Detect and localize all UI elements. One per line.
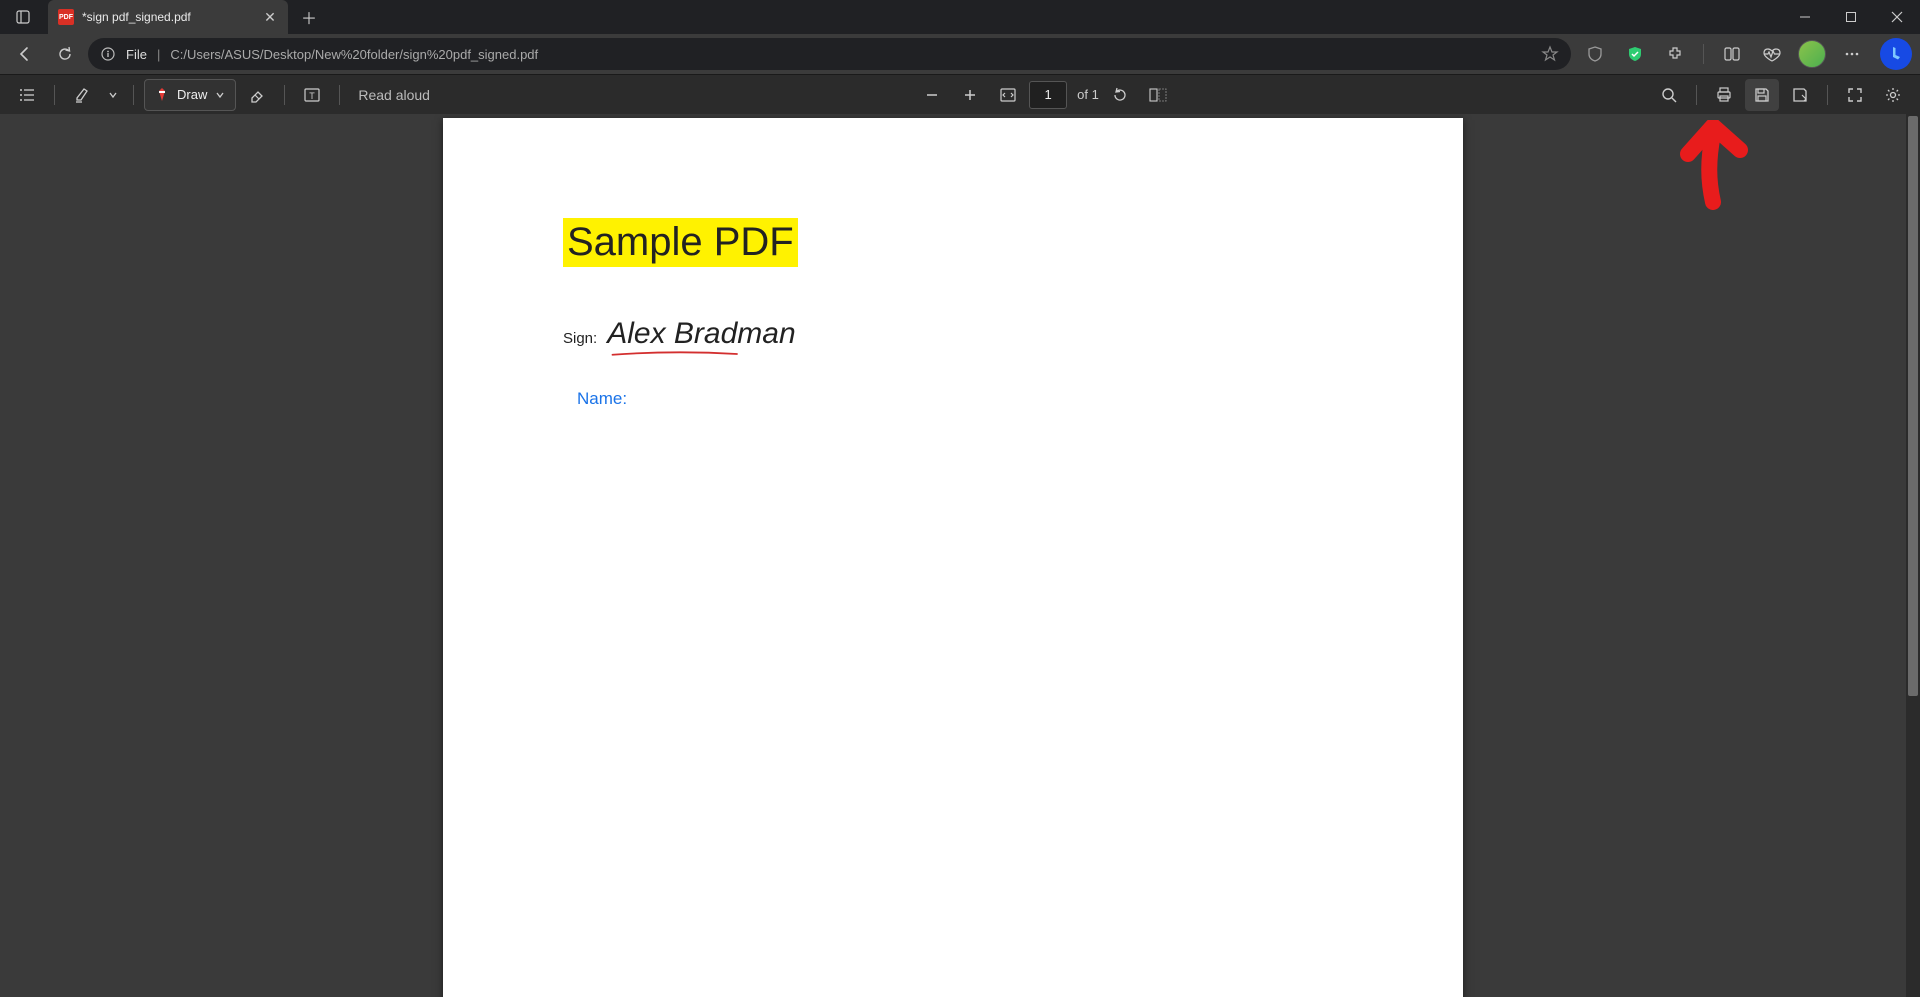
address-separator: | [157,47,160,62]
profile-avatar-icon [1798,40,1826,68]
tab-actions-button[interactable] [6,0,40,34]
separator [1696,85,1697,105]
more-menu-button[interactable] [1834,36,1870,72]
find-button[interactable] [1652,79,1686,111]
signature-text: Alex Bradman [607,317,795,355]
profile-button[interactable] [1794,36,1830,72]
pdf-viewer[interactable]: Sample PDF Sign: Alex Bradman Name: [0,114,1906,997]
bing-sidebar-button[interactable] [1880,38,1912,70]
minimize-window-button[interactable] [1782,0,1828,34]
print-button[interactable] [1707,79,1741,111]
signature-underline-icon [611,351,739,357]
save-button[interactable] [1745,79,1779,111]
sign-label: Sign: [563,330,597,347]
rotate-button[interactable] [1103,79,1137,111]
address-bar[interactable]: File | C:/Users/ASUS/Desktop/New%20folde… [88,38,1571,70]
separator [133,85,134,105]
browser-navbar: File | C:/Users/ASUS/Desktop/New%20folde… [0,34,1920,74]
pdf-file-icon: PDF [58,9,74,25]
settings-button[interactable] [1876,79,1910,111]
draw-label: Draw [177,87,207,102]
pdf-page: Sample PDF Sign: Alex Bradman Name: [443,118,1463,997]
favorites-icon[interactable] [1754,36,1790,72]
separator [1827,85,1828,105]
split-screen-icon[interactable] [1714,36,1750,72]
separator [54,85,55,105]
maximize-window-button[interactable] [1828,0,1874,34]
tracking-shield-icon[interactable] [1577,36,1613,72]
close-tab-button[interactable]: ✕ [262,9,278,25]
erase-button[interactable] [240,79,274,111]
highlight-dropdown-button[interactable] [103,79,123,111]
favorite-star-icon[interactable] [1541,45,1559,63]
new-tab-button[interactable]: ＋ [294,2,324,32]
address-path: C:/Users/ASUS/Desktop/New%20folder/sign%… [170,47,538,62]
window-titlebar: PDF *sign pdf_signed.pdf ✕ ＋ [0,0,1920,34]
separator [1703,44,1704,64]
vertical-scrollbar[interactable]: ▲ [1906,114,1920,997]
page-view-button[interactable] [1141,79,1175,111]
zoom-out-button[interactable] [915,79,949,111]
page-number-input[interactable] [1029,81,1067,109]
pdf-toolbar: Draw T Read aloud of 1 [0,74,1920,114]
page-total-label: of 1 [1077,87,1099,102]
draw-pen-icon [155,87,169,103]
site-info-icon[interactable] [100,46,116,62]
contents-toc-button[interactable] [10,79,44,111]
signature-row: Sign: Alex Bradman [563,317,1343,355]
separator [284,85,285,105]
svg-text:T: T [310,91,316,101]
scroll-thumb[interactable] [1908,116,1918,696]
save-as-button[interactable] [1783,79,1817,111]
address-scheme: File [126,47,147,62]
tab-strip: PDF *sign pdf_signed.pdf ✕ ＋ [0,0,324,34]
draw-button[interactable]: Draw [144,79,236,111]
browser-tab[interactable]: PDF *sign pdf_signed.pdf ✕ [48,0,288,34]
refresh-button[interactable] [48,37,82,71]
window-controls [1782,0,1920,34]
navbar-right-icons [1577,36,1912,72]
name-row: Name: [577,389,1343,409]
zoom-in-button[interactable] [953,79,987,111]
separator [339,85,340,105]
fit-page-button[interactable] [991,79,1025,111]
read-aloud-button[interactable]: Read aloud [350,79,438,111]
close-window-button[interactable] [1874,0,1920,34]
extensions-icon[interactable] [1657,36,1693,72]
fullscreen-button[interactable] [1838,79,1872,111]
document-title: Sample PDF [563,218,798,267]
highlight-button[interactable] [65,79,99,111]
chevron-down-icon [215,90,225,100]
back-button[interactable] [8,37,42,71]
add-text-button[interactable]: T [295,79,329,111]
security-shield-icon[interactable] [1617,36,1653,72]
tab-title: *sign pdf_signed.pdf [82,10,254,24]
name-label: Name: [577,389,627,408]
